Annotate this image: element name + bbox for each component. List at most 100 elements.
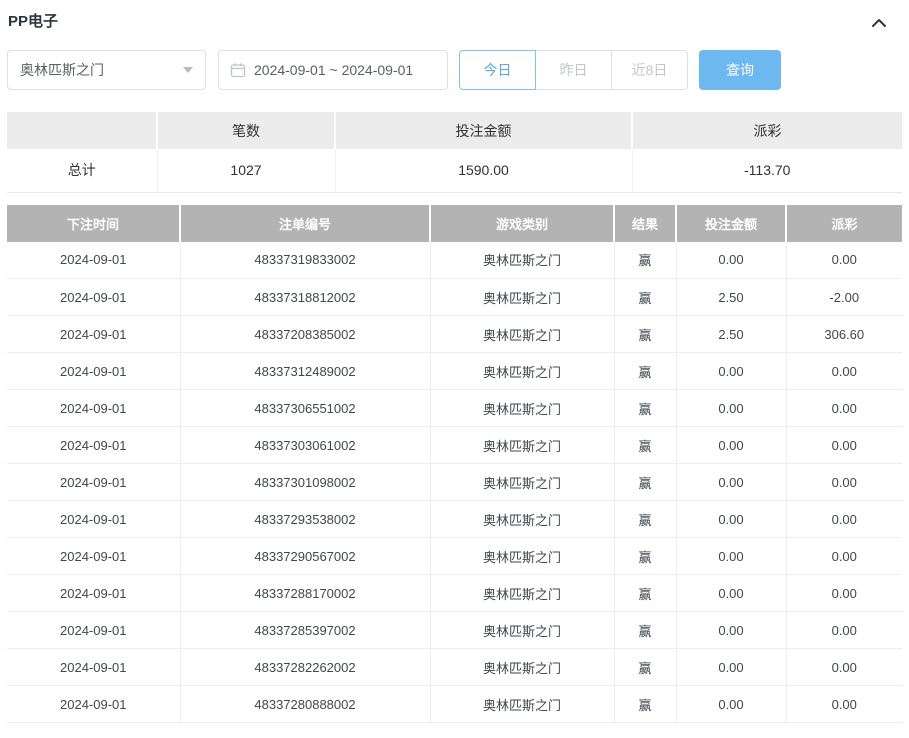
cell-payout: 306.60 <box>786 315 902 353</box>
table-row: 2024-09-01 48337293538002 奥林匹斯之门赢 0.00 0.00 <box>7 500 902 538</box>
table-row: 2024-09-01 48337280888002 奥林匹斯之门赢 0.00 0.00 <box>7 685 902 723</box>
cell-order-id: 48337285397002 <box>180 611 431 649</box>
cell-order-id: 48337312489002 <box>180 352 431 390</box>
cell-order-id: 48337288170002 <box>180 574 431 612</box>
cell-payout: 0.00 <box>786 463 902 501</box>
cell-game-type: 奥林匹斯之门 <box>430 537 615 575</box>
cell-bet-time: 2024-09-01 <box>7 389 181 427</box>
panel-header: PP电子 <box>7 12 902 42</box>
cell-payout: 0.00 <box>786 685 902 723</box>
cell-game-type: 奥林匹斯之门 <box>430 648 615 686</box>
cell-game-type: 奥林匹斯之门 <box>430 574 615 612</box>
cell-bet-amount: 0.00 <box>676 500 787 538</box>
game-select-value: 奥林匹斯之门 <box>20 62 104 78</box>
cell-bet-time: 2024-09-01 <box>7 537 181 575</box>
cell-bet-time: 2024-09-01 <box>7 463 181 501</box>
records-table: 下注时间 注单编号 游戏类别 结果 投注金额 派彩 2024-09-01 4833… <box>7 204 902 723</box>
cell-order-id: 48337290567002 <box>180 537 431 575</box>
cell-bet-amount: 0.00 <box>676 685 787 723</box>
cell-result: 赢 <box>614 537 677 575</box>
summary-table: 笔数 投注金额 派彩 总计 1027 1590.00 -113.70 <box>7 112 902 193</box>
cell-payout: 0.00 <box>786 574 902 612</box>
date-range-picker[interactable]: 2024-09-01 ~ 2024-09-01 <box>218 50 448 90</box>
filter-bar: 奥林匹斯之门 2024-09-01 ~ 2024-09-01 今日 昨日 近8日… <box>7 50 902 90</box>
cell-bet-time: 2024-09-01 <box>7 241 181 279</box>
cell-game-type: 奥林匹斯之门 <box>430 241 615 279</box>
cell-result: 赢 <box>614 611 677 649</box>
cell-bet-amount: 0.00 <box>676 241 787 279</box>
cell-bet-time: 2024-09-01 <box>7 648 181 686</box>
cell-game-type: 奥林匹斯之门 <box>430 352 615 390</box>
cell-order-id: 48337301098002 <box>180 463 431 501</box>
yesterday-button[interactable]: 昨日 <box>535 50 612 90</box>
query-button[interactable]: 查询 <box>699 50 781 90</box>
cell-bet-amount: 0.00 <box>676 574 787 612</box>
cell-bet-amount: 2.50 <box>676 315 787 353</box>
date-quick-buttons: 今日 昨日 近8日 <box>459 50 688 90</box>
cell-result: 赢 <box>614 352 677 390</box>
calendar-icon <box>230 62 246 78</box>
cell-payout: 0.00 <box>786 241 902 279</box>
cell-payout: 0.00 <box>786 426 902 464</box>
cell-bet-amount: 0.00 <box>676 352 787 390</box>
cell-result: 赢 <box>614 685 677 723</box>
cell-payout: -2.00 <box>786 278 902 316</box>
summary-total-payout: -113.70 <box>632 149 902 193</box>
cell-bet-time: 2024-09-01 <box>7 574 181 612</box>
col-header-result: 结果 <box>614 204 677 242</box>
game-select[interactable]: 奥林匹斯之门 <box>7 50 206 90</box>
summary-total-bet-amount: 1590.00 <box>335 149 633 193</box>
cell-order-id: 48337280888002 <box>180 685 431 723</box>
cell-bet-time: 2024-09-01 <box>7 315 181 353</box>
col-header-game-type: 游戏类别 <box>430 204 615 242</box>
cell-result: 赢 <box>614 500 677 538</box>
cell-bet-time: 2024-09-01 <box>7 611 181 649</box>
cell-result: 赢 <box>614 463 677 501</box>
summary-header-empty <box>7 112 158 149</box>
cell-order-id: 48337318812002 <box>180 278 431 316</box>
last-8-days-button[interactable]: 近8日 <box>611 50 688 90</box>
cell-order-id: 48337306551002 <box>180 389 431 427</box>
cell-game-type: 奥林匹斯之门 <box>430 463 615 501</box>
summary-header-payout: 派彩 <box>632 112 902 149</box>
cell-bet-time: 2024-09-01 <box>7 685 181 723</box>
col-header-bet-time: 下注时间 <box>7 204 181 242</box>
col-header-payout: 派彩 <box>786 204 902 242</box>
table-row: 2024-09-01 48337312489002 奥林匹斯之门赢 0.00 0.00 <box>7 352 902 390</box>
collapse-panel-button[interactable] <box>868 12 890 34</box>
records-header-row: 下注时间 注单编号 游戏类别 结果 投注金额 派彩 <box>7 204 902 242</box>
cell-game-type: 奥林匹斯之门 <box>430 611 615 649</box>
cell-game-type: 奥林匹斯之门 <box>430 278 615 316</box>
cell-bet-amount: 0.00 <box>676 611 787 649</box>
cell-result: 赢 <box>614 389 677 427</box>
table-row: 2024-09-01 48337301098002 奥林匹斯之门赢 0.00 0.00 <box>7 463 902 501</box>
cell-game-type: 奥林匹斯之门 <box>430 389 615 427</box>
summary-header-bet-amount: 投注金额 <box>335 112 633 149</box>
cell-bet-amount: 0.00 <box>676 537 787 575</box>
cell-bet-amount: 0.00 <box>676 648 787 686</box>
cell-bet-time: 2024-09-01 <box>7 352 181 390</box>
table-row: 2024-09-01 48337208385002 奥林匹斯之门赢 2.50 306.6… <box>7 315 902 353</box>
pp-electronic-panel: PP电子 奥林匹斯之门 2024-09-01 ~ 2024-09-01 今日 昨… <box>0 0 909 723</box>
cell-game-type: 奥林匹斯之门 <box>430 426 615 464</box>
cell-order-id: 48337303061002 <box>180 426 431 464</box>
table-row: 2024-09-01 48337290567002 奥林匹斯之门赢 0.00 0.00 <box>7 537 902 575</box>
table-row: 2024-09-01 48337319833002 奥林匹斯之门赢 0.00 0.00 <box>7 241 902 279</box>
today-button[interactable]: 今日 <box>459 50 536 90</box>
cell-payout: 0.00 <box>786 500 902 538</box>
cell-order-id: 48337282262002 <box>180 648 431 686</box>
cell-order-id: 48337208385002 <box>180 315 431 353</box>
cell-order-id: 48337319833002 <box>180 241 431 279</box>
date-range-value: 2024-09-01 ~ 2024-09-01 <box>254 62 414 78</box>
table-row: 2024-09-01 48337318812002 奥林匹斯之门赢 2.50 -2.00 <box>7 278 902 316</box>
cell-bet-amount: 0.00 <box>676 389 787 427</box>
cell-bet-amount: 0.00 <box>676 463 787 501</box>
table-row: 2024-09-01 48337285397002 奥林匹斯之门赢 0.00 0.00 <box>7 611 902 649</box>
cell-game-type: 奥林匹斯之门 <box>430 500 615 538</box>
cell-bet-amount: 0.00 <box>676 426 787 464</box>
table-row: 2024-09-01 48337288170002 奥林匹斯之门赢 0.00 0.00 <box>7 574 902 612</box>
panel-title: PP电子 <box>8 13 59 30</box>
cell-bet-time: 2024-09-01 <box>7 500 181 538</box>
cell-order-id: 48337293538002 <box>180 500 431 538</box>
cell-payout: 0.00 <box>786 389 902 427</box>
